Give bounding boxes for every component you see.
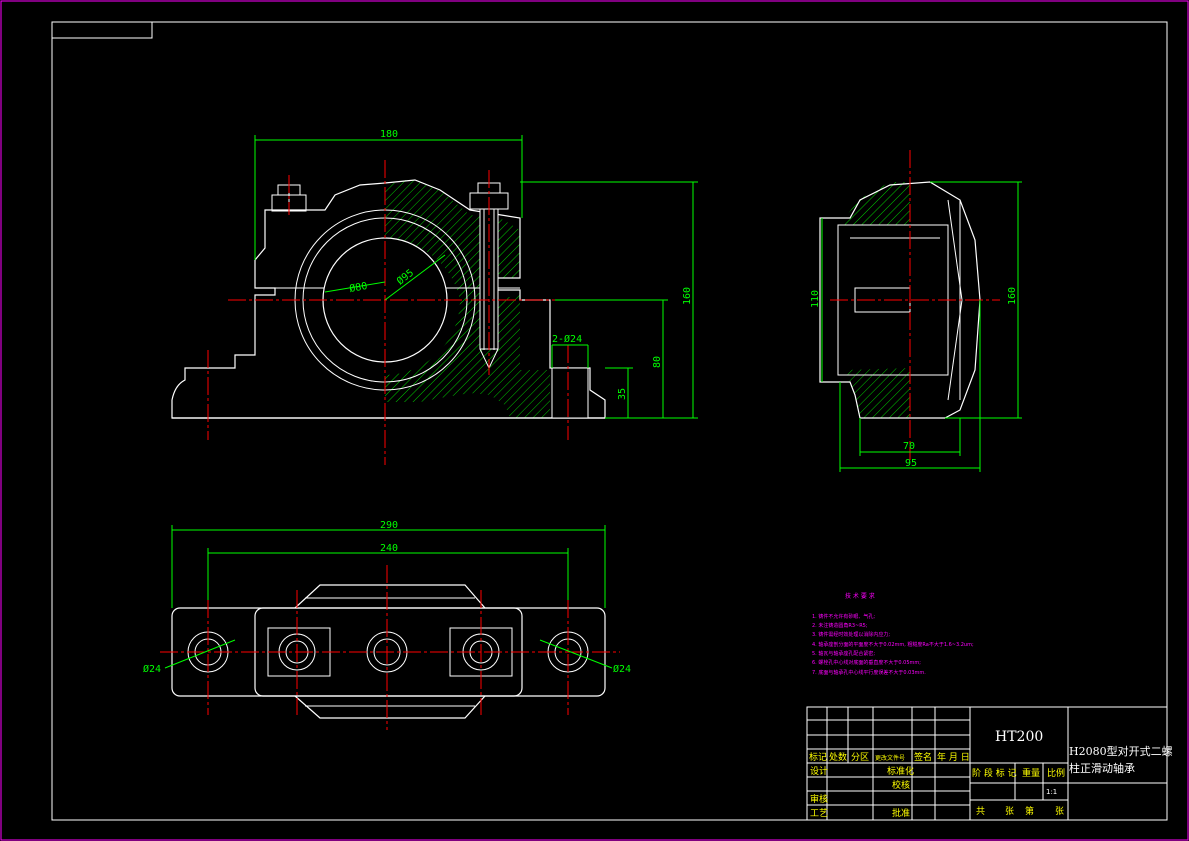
base-bolt-hole — [551, 367, 589, 419]
front-view: 180 160 80 35 2-Ø24 Ø95 Ø80 — [171, 129, 698, 465]
part-name-line1: H2080型对开式二螺 — [1069, 744, 1173, 758]
engineering-drawing: 180 160 80 35 2-Ø24 Ø95 Ø80 110 160 70 9… — [0, 0, 1189, 841]
dim-290: 290 — [171, 520, 606, 608]
dim-160-text: 160 — [682, 287, 693, 305]
header-label-5: 年 月 日 — [937, 751, 970, 763]
dim-290-text: 290 — [380, 520, 398, 531]
header-label-3: 更改文件号 — [875, 754, 905, 762]
side-view: 110 160 70 95 — [810, 150, 1022, 472]
dim-240-text: 240 — [380, 543, 398, 554]
dim-95-text: 95 — [905, 458, 917, 469]
dim-35-text: 35 — [617, 388, 628, 400]
tech-note-6: 6. 螺栓孔中心线对底面的垂直度不大于0.05mm; — [812, 659, 921, 666]
sheet-border — [0, 0, 1189, 841]
scale-value: 1:1 — [1046, 788, 1057, 796]
header-label-2: 分区 — [851, 752, 869, 763]
mid-label-2: 批准 — [892, 807, 910, 819]
dim-70-text: 70 — [903, 441, 915, 452]
sheet-label-0: 共 — [976, 806, 985, 817]
stage-label-2: 比例 — [1047, 767, 1065, 779]
tech-notes: 技 术 要 求 1. 铸件不允许有砂眼、气孔; 2. 未注铸造圆角R3~R5; … — [812, 592, 974, 676]
tech-note-5: 5. 轴瓦与轴承座孔配合紧密; — [812, 650, 875, 657]
row-label-0: 设计 — [810, 765, 828, 777]
tech-notes-title: 技 术 要 求 — [845, 592, 875, 600]
row-label-1: 审核 — [810, 793, 828, 805]
dim-top-hole-right: Ø24 — [539, 639, 631, 675]
dim-side-160-text: 160 — [1007, 287, 1018, 305]
frame-border — [51, 21, 1168, 821]
title-block: HT200 H2080型对开式二螺 柱正滑动轴承 标记 处数 分区 更改文件号 … — [806, 706, 1173, 821]
mid-label-0: 标准化 — [887, 765, 914, 777]
sheet-label-3: 张 — [1055, 806, 1064, 817]
header-label-4: 签名 — [914, 751, 932, 763]
tech-note-2: 2. 未注铸造圆角R3~R5; — [812, 622, 868, 629]
dim-110-text: 110 — [810, 290, 821, 308]
dim-80-text: 80 — [652, 356, 663, 368]
mid-label-1: 校核 — [892, 779, 910, 791]
tech-note-4: 4. 轴承座剖分面的平面度不大于0.02mm, 粗糙度Ra不大于1.6~3.2u… — [812, 641, 974, 648]
row-label-2: 工艺 — [810, 808, 828, 819]
header-label-1: 处数 — [829, 751, 847, 763]
tech-note-7: 7. 底面与轴承孔中心线平行度误差不大于0.03mm. — [812, 669, 926, 676]
tech-note-1: 1. 铸件不允许有砂眼、气孔; — [812, 613, 875, 620]
sheet-label-2: 第 — [1025, 805, 1034, 817]
stage-label-1: 重量 — [1022, 767, 1040, 779]
stage-label-0: 阶 段 标 记 — [972, 767, 1017, 779]
dim-240: 240 — [207, 543, 569, 600]
dim-top-hole-left-text: Ø24 — [143, 663, 161, 675]
part-name-line2: 柱正滑动轴承 — [1069, 761, 1135, 775]
top-view: 290 240 Ø24 Ø24 — [143, 520, 631, 730]
sheet-label-1: 张 — [1005, 806, 1014, 817]
dim-bolt-holes-text: 2-Ø24 — [552, 333, 582, 345]
material-text: HT200 — [995, 729, 1043, 745]
dim-35: 35 — [605, 367, 633, 418]
dim-top-hole-right-text: Ø24 — [613, 663, 631, 675]
tech-note-3: 3. 铸件需经时效处理以消除内应力; — [812, 631, 890, 638]
dim-180-text: 180 — [380, 129, 398, 140]
header-label-0: 标记 — [809, 751, 827, 763]
corner-box — [51, 21, 153, 39]
dim-bolt-holes: 2-Ø24 — [551, 333, 589, 368]
